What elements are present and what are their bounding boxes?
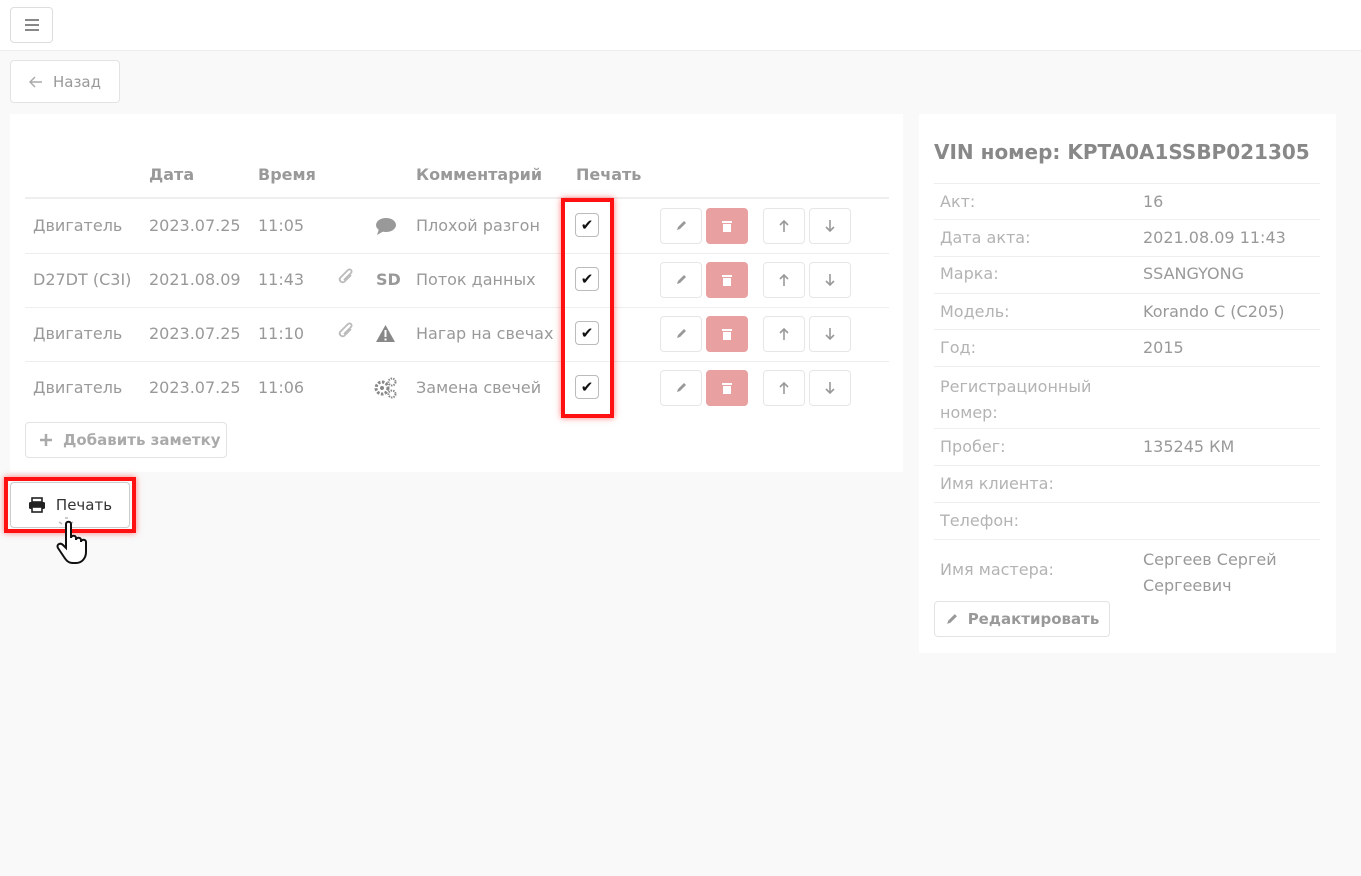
delete-note-button[interactable]: [706, 370, 748, 406]
top-bar: [0, 0, 1361, 51]
pencil-icon: [677, 275, 686, 284]
hand-cursor-icon: [56, 517, 87, 564]
arrow-up-icon: [779, 327, 789, 340]
pencil-icon: [677, 383, 686, 392]
info-label: Год:: [940, 338, 976, 357]
move-down-button[interactable]: [809, 262, 851, 298]
info-label: Телефон:: [940, 511, 1020, 530]
row-date: 2023.07.25: [149, 324, 241, 343]
comment-icon: [376, 218, 396, 235]
row-comment: Замена свечей: [416, 378, 542, 397]
vin-title: VIN номер: KPTA0A1SSBP021305: [934, 140, 1310, 164]
row-part: Двигатель: [33, 378, 123, 397]
delete-note-button[interactable]: [706, 316, 748, 352]
row-date: 2023.07.25: [149, 216, 241, 235]
gears-icon: [374, 377, 397, 399]
arrow-up-icon: [779, 273, 789, 286]
add-note-label: Добавить заметку: [63, 431, 221, 449]
paperclip-icon[interactable]: [336, 320, 356, 342]
column-header-comment: Комментарий: [416, 165, 543, 184]
back-button-label: Назад: [52, 72, 101, 91]
row-comment: Нагар на свечах: [416, 324, 554, 343]
pencil-icon: [946, 613, 957, 624]
row-part: Двигатель: [33, 216, 123, 235]
info-label: Имя клиента:: [940, 474, 1054, 493]
row-time: 11:06: [258, 378, 305, 397]
arrow-down-icon: [825, 274, 835, 287]
move-up-button[interactable]: [763, 208, 805, 244]
row-part: Двигатель: [33, 324, 123, 343]
warning-icon: [376, 325, 395, 342]
column-header-date: Дата: [149, 165, 195, 184]
data-stream-badge: SD: [376, 270, 401, 289]
row-time: 11:05: [258, 216, 305, 235]
edit-note-button[interactable]: [660, 370, 702, 406]
row-date: 2023.07.25: [149, 378, 241, 397]
arrow-up-icon: [779, 219, 789, 232]
row-part: D27DT (C3I): [33, 270, 132, 289]
arrow-down-icon: [825, 382, 835, 395]
edit-note-button[interactable]: [660, 262, 702, 298]
hamburger-menu-button[interactable]: [10, 7, 53, 43]
delete-note-button[interactable]: [706, 262, 748, 298]
row-comment: Плохой разгон: [416, 216, 540, 235]
info-value: Korando C (C205): [1143, 302, 1285, 321]
info-label: Дата акта:: [940, 228, 1031, 247]
info-value: 16: [1143, 192, 1164, 211]
move-up-button[interactable]: [763, 262, 805, 298]
info-value: SSANGYONG: [1143, 264, 1244, 283]
back-button[interactable]: Назад: [10, 60, 120, 103]
checkbox-highlight: [561, 198, 614, 418]
row-comment: Поток данных: [416, 270, 536, 289]
info-value: 2015: [1143, 338, 1184, 357]
edit-info-button[interactable]: Редактировать: [934, 601, 1110, 637]
arrow-up-icon: [779, 381, 789, 394]
add-note-button[interactable]: Добавить заметку: [25, 422, 227, 458]
move-down-button[interactable]: [809, 370, 851, 406]
trash-icon: [722, 329, 732, 340]
arrow-down-icon: [825, 328, 835, 341]
column-header-time: Время: [258, 165, 316, 184]
column-header-print: Печать: [576, 165, 642, 184]
pencil-icon: [677, 329, 686, 338]
move-up-button[interactable]: [763, 370, 805, 406]
row-date: 2021.08.09: [149, 270, 241, 289]
row-time: 11:10: [258, 324, 305, 343]
row-time: 11:43: [258, 270, 305, 289]
info-label: Акт:: [940, 192, 976, 211]
trash-icon: [722, 221, 732, 232]
move-up-button[interactable]: [763, 316, 805, 352]
info-value: Сергеев Сергей Сергеевич: [1143, 550, 1277, 595]
info-value: 2021.08.09 11:43: [1143, 228, 1286, 247]
info-label: Имя мастера:: [940, 560, 1054, 579]
trash-icon: [722, 383, 732, 394]
arrow-left-icon: [28, 75, 42, 88]
plus-icon: [40, 434, 52, 446]
trash-icon: [722, 275, 732, 286]
info-label: Регистрационный номер:: [940, 377, 1092, 422]
hamburger-icon: [25, 19, 39, 21]
edit-info-label: Редактировать: [967, 610, 1100, 628]
pencil-icon: [677, 221, 686, 230]
edit-note-button[interactable]: [660, 316, 702, 352]
info-label: Пробег:: [940, 437, 1006, 456]
paperclip-icon[interactable]: [336, 266, 356, 288]
move-down-button[interactable]: [809, 208, 851, 244]
printer-icon: [28, 497, 45, 513]
delete-note-button[interactable]: [706, 208, 748, 244]
edit-note-button[interactable]: [660, 208, 702, 244]
info-label: Марка:: [940, 264, 999, 283]
move-down-button[interactable]: [809, 316, 851, 352]
info-value: 135245 КМ: [1143, 437, 1235, 456]
info-label: Модель:: [940, 302, 1010, 321]
arrow-down-icon: [825, 220, 835, 233]
